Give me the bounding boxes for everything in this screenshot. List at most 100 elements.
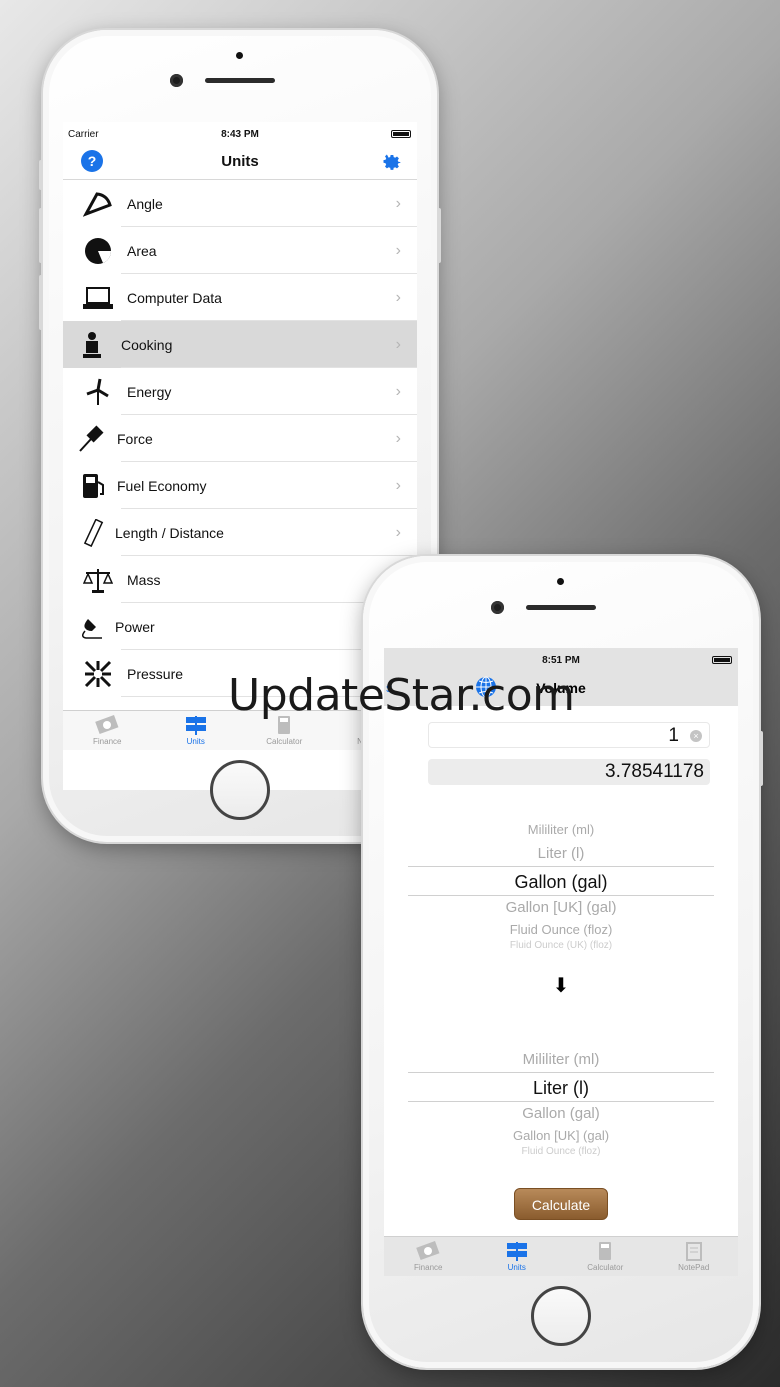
gear-icon[interactable]	[379, 149, 403, 173]
chevron-right-icon: ›	[395, 336, 401, 353]
plug-icon	[75, 611, 109, 643]
tab-notepad[interactable]: NotePad	[650, 1237, 739, 1276]
picker-option[interactable]: Fluid Ounce (floz)	[408, 920, 714, 940]
arrow-down-icon: ⬇	[552, 975, 570, 997]
tab-label: Units	[507, 1263, 526, 1272]
front-camera	[491, 601, 504, 614]
list-item-mass[interactable]: Mass ›	[63, 556, 417, 603]
input-value: 1	[668, 725, 679, 746]
picker-option[interactable]: Gallon [UK] (gal)	[408, 1126, 714, 1146]
tab-label: Calculator	[266, 737, 303, 746]
chevron-right-icon: ›	[395, 477, 401, 494]
list-item-label: Cooking	[121, 336, 173, 353]
tab-label: Units	[186, 737, 205, 746]
list-item-force[interactable]: Force ›	[63, 415, 417, 462]
battery-icon	[391, 130, 411, 138]
fuel-pump-icon	[77, 470, 111, 502]
money-icon	[416, 1241, 440, 1261]
tab-label: Finance	[93, 737, 122, 746]
list-item-area[interactable]: Area ›	[63, 227, 417, 274]
tab-finance[interactable]: Finance	[384, 1237, 473, 1276]
from-unit-picker[interactable]: Mililiter (ml) Liter (l) Gallon (gal) Ga…	[408, 818, 714, 952]
picker-option[interactable]: Gallon [UK] (gal)	[408, 896, 714, 920]
list-item-label: Computer Data	[127, 289, 222, 306]
pie-icon	[81, 235, 115, 267]
list-item-label: Power	[115, 618, 155, 635]
calculate-button[interactable]: Calculate	[514, 1188, 608, 1220]
tab-bar: Finance Units Calculator NotePad	[384, 1236, 738, 1276]
result-value: 3.78541178	[605, 761, 704, 782]
volume-up-button	[39, 208, 43, 263]
list-item-label: Mass	[127, 571, 161, 588]
chef-icon	[75, 329, 109, 361]
chevron-right-icon: ›	[395, 289, 401, 306]
hammer-icon	[75, 423, 109, 455]
page-title: Units	[221, 153, 259, 170]
power-button	[759, 731, 763, 786]
list-item-angle[interactable]: Angle ›	[63, 180, 417, 227]
scale-icon	[81, 564, 115, 596]
status-time: 8:51 PM	[542, 655, 580, 666]
picker-selected-option[interactable]: Gallon (gal)	[408, 866, 714, 896]
protractor-icon	[81, 188, 115, 220]
tab-calculator[interactable]: Calculator	[561, 1237, 650, 1276]
watermark-text: UpdateStar.com	[228, 670, 575, 721]
home-button[interactable]	[210, 760, 270, 820]
list-item-fuel-economy[interactable]: Fuel Economy ›	[63, 462, 417, 509]
signpost-icon	[506, 1242, 527, 1261]
chevron-right-icon: ›	[395, 524, 401, 541]
tab-label: NotePad	[678, 1263, 710, 1272]
list-item-label: Energy	[127, 383, 172, 400]
tab-units[interactable]: Units	[473, 1237, 562, 1276]
calculator-icon	[599, 1242, 612, 1260]
mute-switch	[39, 160, 43, 190]
money-icon	[95, 715, 119, 735]
list-item-label: Angle	[127, 195, 163, 212]
laptop-icon	[81, 282, 115, 314]
proximity-sensor	[236, 52, 243, 59]
earpiece-speaker	[526, 605, 596, 610]
list-item-length-distance[interactable]: Length / Distance ›	[63, 509, 417, 556]
volume-down-button	[39, 275, 43, 330]
battery-icon	[712, 656, 732, 664]
status-bar: Carrier 8:43 PM	[63, 122, 417, 144]
to-unit-picker[interactable]: Mililiter (ml) Liter (l) Gallon (gal) Ga…	[408, 1048, 714, 1158]
chevron-right-icon: ›	[395, 242, 401, 259]
list-item-label: Length / Distance	[115, 524, 224, 541]
picker-option[interactable]: Gallon (gal)	[408, 1102, 714, 1126]
picker-option[interactable]: Fluid Ounce (UK) (floz)	[408, 940, 714, 952]
picker-option[interactable]: Mililiter (ml)	[408, 1048, 714, 1072]
list-item-label: Fuel Economy	[117, 477, 207, 494]
tab-label: Finance	[414, 1263, 443, 1272]
power-button	[437, 208, 441, 263]
chevron-right-icon: ›	[395, 430, 401, 447]
proximity-sensor	[557, 578, 564, 585]
tab-label: Calculator	[587, 1263, 624, 1272]
clear-icon[interactable]: ×	[690, 730, 702, 742]
notepad-icon	[685, 1242, 702, 1261]
status-bar: 8:51 PM	[384, 648, 738, 670]
list-item-computer-data[interactable]: Computer Data ›	[63, 274, 417, 321]
wind-turbine-icon	[81, 376, 115, 408]
result-value-field: 3.78541178	[428, 759, 710, 785]
list-item-label: Area	[127, 242, 157, 259]
home-button[interactable]	[531, 1286, 591, 1346]
chevron-right-icon: ›	[395, 383, 401, 400]
picker-option[interactable]: Liter (l)	[408, 842, 714, 866]
picker-option[interactable]: Fluid Ounce (floz)	[408, 1146, 714, 1158]
status-time: 8:43 PM	[221, 129, 259, 140]
list-item-label: Force	[117, 430, 153, 447]
tab-finance[interactable]: Finance	[63, 711, 152, 750]
signpost-icon	[185, 716, 206, 735]
picker-option[interactable]: Mililiter (ml)	[408, 818, 714, 842]
ruler-icon	[77, 517, 111, 549]
picker-selected-option[interactable]: Liter (l)	[408, 1072, 714, 1102]
front-camera	[170, 74, 183, 87]
list-item-cooking[interactable]: Cooking ›	[63, 321, 417, 368]
nav-bar: ? Units	[63, 144, 417, 180]
input-value-field[interactable]: 1 ×	[428, 722, 710, 748]
tab-units[interactable]: Units	[152, 711, 241, 750]
list-item-label: Pressure	[127, 665, 184, 682]
chevron-right-icon: ›	[395, 195, 401, 212]
list-item-energy[interactable]: Energy ›	[63, 368, 417, 415]
